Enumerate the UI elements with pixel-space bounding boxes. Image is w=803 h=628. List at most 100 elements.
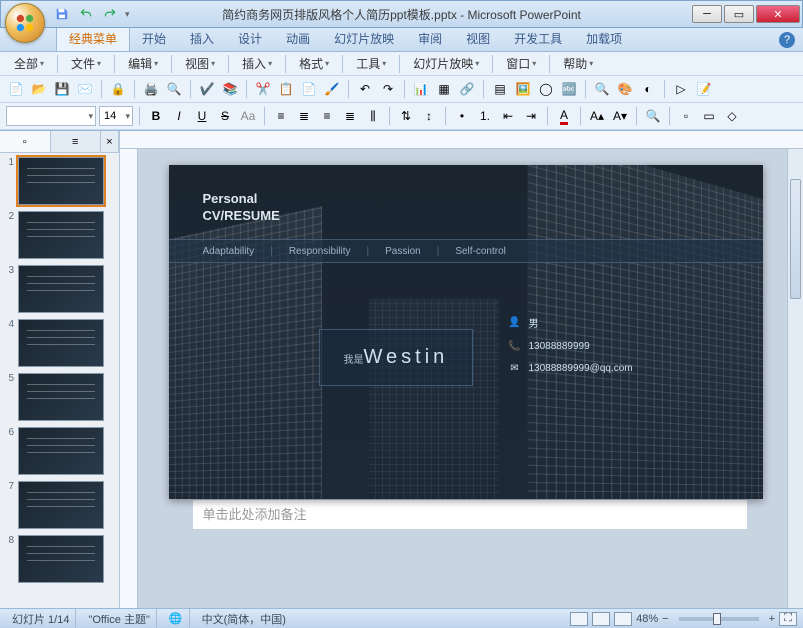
undo-icon[interactable]: [77, 5, 95, 23]
ribbon-tab-7[interactable]: 视图: [454, 26, 502, 51]
menu-4[interactable]: 插入 ▾: [236, 53, 278, 74]
slide-thumbnail-6[interactable]: [18, 427, 104, 475]
ribbon-tab-6[interactable]: 审阅: [406, 26, 454, 51]
bullets-icon[interactable]: •: [452, 106, 472, 126]
zoom-slider[interactable]: [679, 617, 759, 621]
slideshow-view-button[interactable]: [614, 612, 632, 626]
close-panel-button[interactable]: ×: [101, 131, 119, 152]
shadow-button[interactable]: Aa: [238, 106, 258, 126]
ribbon-tab-3[interactable]: 设计: [226, 26, 274, 51]
font-color-icon[interactable]: A: [554, 106, 574, 126]
slide-thumbnail-8[interactable]: [18, 535, 104, 583]
minimize-button[interactable]: ─: [692, 5, 722, 23]
decrease-indent-icon[interactable]: ⇤: [498, 106, 518, 126]
cut-icon[interactable]: ✂️: [253, 79, 273, 99]
slide-canvas[interactable]: Personal CV/RESUME Adaptability|Responsi…: [169, 165, 763, 499]
grayscale-icon[interactable]: ◐: [638, 79, 658, 99]
office-button[interactable]: [5, 3, 45, 43]
ribbon-tab-4[interactable]: 动画: [274, 26, 322, 51]
shapes-icon[interactable]: ◯: [536, 79, 556, 99]
line-spacing-icon[interactable]: ⇅: [396, 106, 416, 126]
decrease-font-icon[interactable]: A▾: [610, 106, 630, 126]
menu-9[interactable]: 帮助 ▾: [557, 53, 599, 74]
spelling-icon[interactable]: ✔️: [197, 79, 217, 99]
slide-thumbnail-5[interactable]: [18, 373, 104, 421]
slides-tab[interactable]: ▫: [0, 131, 51, 152]
menu-2[interactable]: 编辑 ▾: [122, 53, 164, 74]
fit-to-window-button[interactable]: ⛶: [779, 612, 797, 626]
slide-thumbnail-3[interactable]: [18, 265, 104, 313]
permission-icon[interactable]: 🔒: [108, 79, 128, 99]
zoom-out-button[interactable]: −: [662, 613, 668, 625]
print-preview-icon[interactable]: 🔍: [164, 79, 184, 99]
align-center-icon[interactable]: ≣: [294, 106, 314, 126]
color-icon[interactable]: 🎨: [615, 79, 635, 99]
close-button[interactable]: ✕: [756, 5, 800, 23]
menu-8[interactable]: 窗口 ▾: [500, 53, 542, 74]
sorter-view-button[interactable]: [592, 612, 610, 626]
numbering-icon[interactable]: 1.: [475, 106, 495, 126]
outline-tab[interactable]: ≡: [51, 131, 102, 152]
font-family-combo[interactable]: [6, 106, 96, 126]
mail-icon[interactable]: ✉️: [75, 79, 95, 99]
save-icon[interactable]: 💾: [52, 79, 72, 99]
new-icon[interactable]: 📄: [6, 79, 26, 99]
menu-7[interactable]: 幻灯片放映 ▾: [407, 53, 485, 74]
zoom-in-button[interactable]: +: [769, 613, 775, 625]
slideshow-icon[interactable]: ▷: [671, 79, 691, 99]
ribbon-tab-5[interactable]: 幻灯片放映: [322, 26, 406, 51]
text-box-icon[interactable]: 🔤: [559, 79, 579, 99]
thumbnail-list[interactable]: 12345678: [0, 153, 119, 608]
slide-thumbnail-1[interactable]: [18, 157, 104, 205]
slide-thumbnail-2[interactable]: [18, 211, 104, 259]
ribbon-tab-1[interactable]: 开始: [130, 26, 178, 51]
redo-icon[interactable]: ↷: [378, 79, 398, 99]
research-icon[interactable]: 📚: [220, 79, 240, 99]
open-icon[interactable]: 📂: [29, 79, 49, 99]
ribbon-tab-0[interactable]: 经典菜单: [56, 25, 130, 51]
format-painter-icon[interactable]: 🖌️: [322, 79, 342, 99]
slide-thumbnail-4[interactable]: [18, 319, 104, 367]
redo-icon[interactable]: [101, 5, 119, 23]
scrollbar-vertical[interactable]: [787, 149, 803, 608]
slide-thumbnail-7[interactable]: [18, 481, 104, 529]
increase-indent-icon[interactable]: ⇥: [521, 106, 541, 126]
distributed-icon[interactable]: ⫼: [363, 106, 383, 126]
ribbon-tab-8[interactable]: 开发工具: [502, 26, 574, 51]
picture-icon[interactable]: 🖼️: [513, 79, 533, 99]
menu-5[interactable]: 格式 ▾: [293, 53, 335, 74]
maximize-button[interactable]: ▭: [724, 5, 754, 23]
table-icon[interactable]: ▦: [434, 79, 454, 99]
menu-3[interactable]: 视图 ▾: [179, 53, 221, 74]
notes-pane[interactable]: 单击此处添加备注: [193, 499, 747, 529]
print-icon[interactable]: 🖨️: [141, 79, 161, 99]
align-right-icon[interactable]: ≡: [317, 106, 337, 126]
design-icon[interactable]: ◇: [722, 106, 742, 126]
find-icon[interactable]: 🔍: [643, 106, 663, 126]
increase-font-icon[interactable]: A▴: [587, 106, 607, 126]
undo-icon[interactable]: ↶: [355, 79, 375, 99]
tables-icon[interactable]: ▤: [490, 79, 510, 99]
align-left-icon[interactable]: ≡: [271, 106, 291, 126]
copy-icon[interactable]: 📋: [276, 79, 296, 99]
strikethrough-button[interactable]: S: [215, 106, 235, 126]
save-icon[interactable]: [53, 5, 71, 23]
hyperlink-icon[interactable]: 🔗: [457, 79, 477, 99]
layout-icon[interactable]: ▭: [699, 106, 719, 126]
italic-button[interactable]: I: [169, 106, 189, 126]
text-direction-icon[interactable]: ↕: [419, 106, 439, 126]
normal-view-button[interactable]: [570, 612, 588, 626]
notes-icon[interactable]: 📝: [694, 79, 714, 99]
menu-0[interactable]: 全部 ▾: [8, 53, 50, 74]
menu-6[interactable]: 工具 ▾: [350, 53, 392, 74]
justify-icon[interactable]: ≣: [340, 106, 360, 126]
menu-1[interactable]: 文件 ▾: [65, 53, 107, 74]
bold-button[interactable]: B: [146, 106, 166, 126]
new-slide-icon[interactable]: ▫: [676, 106, 696, 126]
chart-icon[interactable]: 📊: [411, 79, 431, 99]
ribbon-tab-2[interactable]: 插入: [178, 26, 226, 51]
ribbon-tab-9[interactable]: 加载项: [574, 26, 634, 51]
help-icon[interactable]: ?: [779, 32, 795, 48]
status-lang-icon[interactable]: 🌐: [163, 609, 190, 628]
zoom-icon[interactable]: 🔍: [592, 79, 612, 99]
